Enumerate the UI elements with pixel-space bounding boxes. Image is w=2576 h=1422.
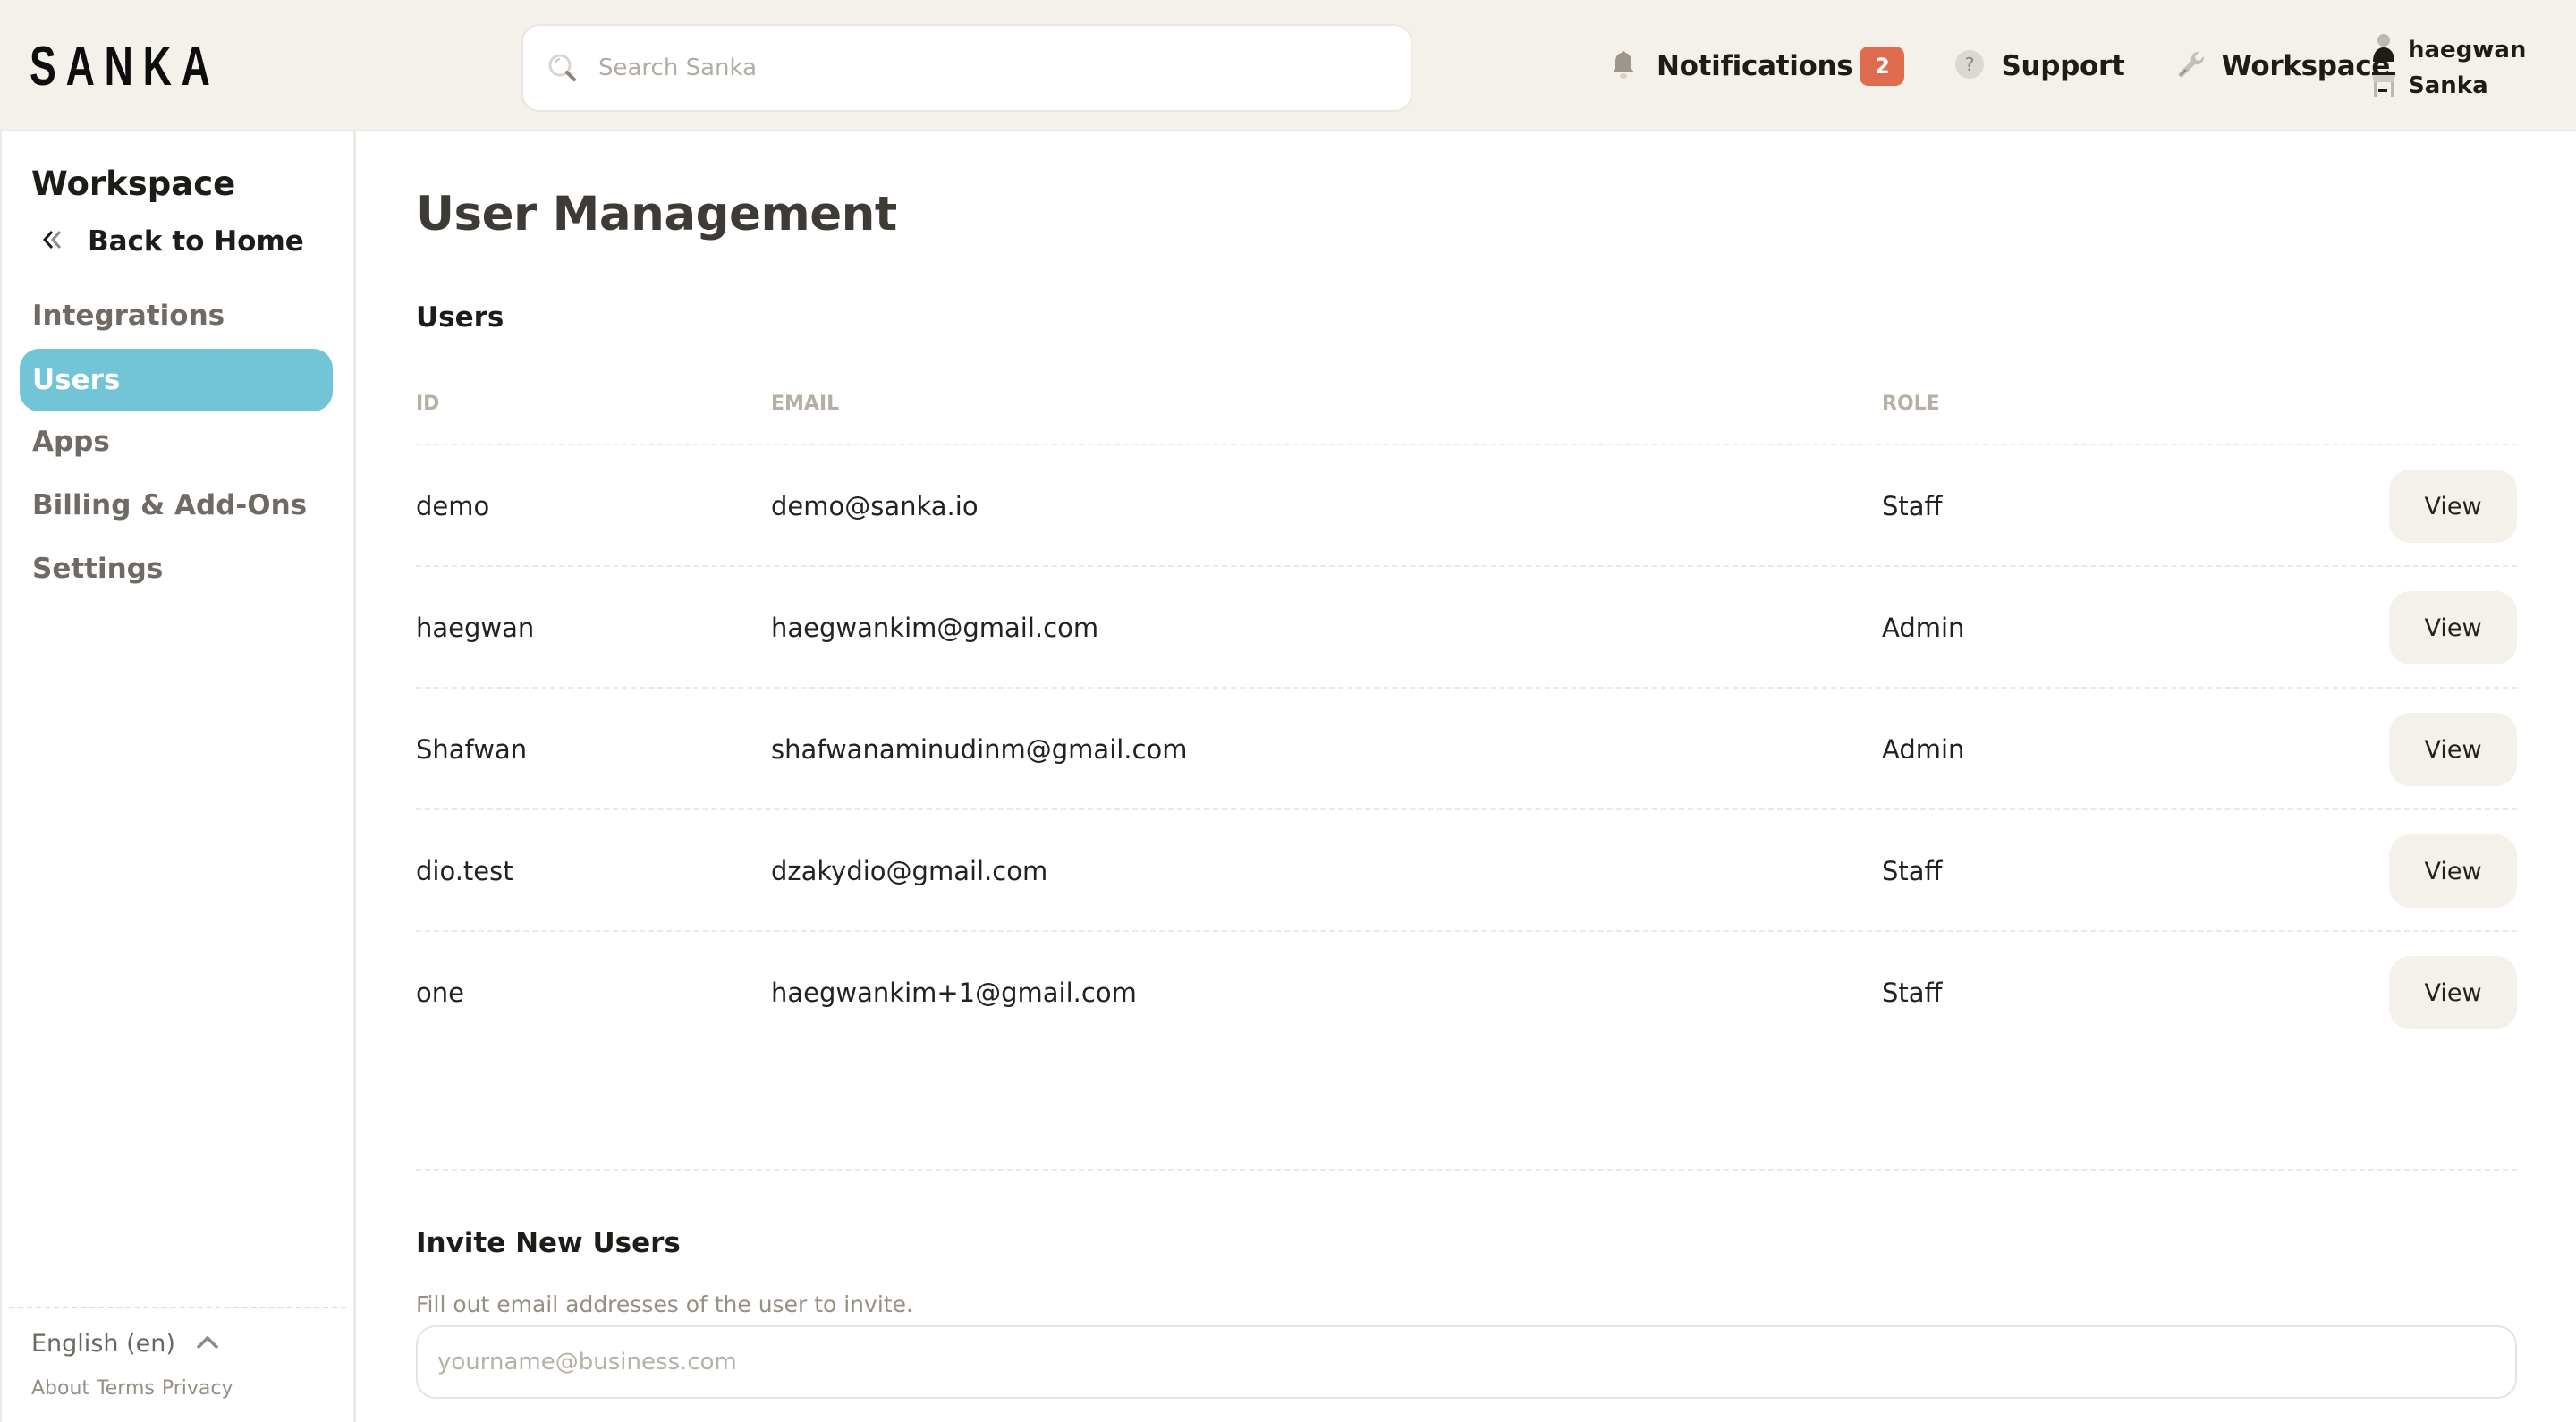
sidebar-item-billing[interactable]: Billing & Add-Ons — [20, 474, 333, 537]
view-user-button[interactable]: View — [2389, 956, 2517, 1029]
about-link[interactable]: About — [31, 1377, 89, 1400]
table-row: haegwan haegwankim@gmail.com Admin View — [416, 567, 2517, 689]
section-divider — [416, 1169, 2517, 1171]
account-menu[interactable]: haegwan Sanka — [2370, 32, 2526, 104]
view-user-button[interactable]: View — [2389, 470, 2517, 543]
user-email: haegwankim@gmail.com — [771, 613, 1099, 643]
user-icon — [2370, 33, 2397, 67]
users-section-title: Users — [416, 301, 504, 334]
page-title: User Management — [416, 187, 897, 241]
user-email: shafwanaminudinm@gmail.com — [771, 734, 1188, 765]
back-to-home-label: Back to Home — [88, 225, 304, 258]
view-user-button[interactable]: View — [2389, 591, 2517, 664]
user-role: Staff — [1882, 978, 1943, 1008]
user-email: demo@sanka.io — [771, 491, 979, 521]
search-input[interactable] — [597, 54, 1360, 82]
table-row: Shafwan shafwanaminudinm@gmail.com Admin… — [416, 689, 2517, 810]
user-name: haegwan — [2408, 37, 2527, 63]
support-label: Support — [2001, 49, 2125, 82]
user-email: haegwankim+1@gmail.com — [771, 978, 1137, 1008]
table-row: dio.test dzakydio@gmail.com Staff View — [416, 810, 2517, 932]
chevrons-left-icon — [41, 228, 64, 255]
bell-icon — [1610, 48, 1637, 84]
view-user-button[interactable]: View — [2389, 713, 2517, 786]
search-icon — [547, 52, 579, 84]
top-header: SANKA Notifications 2 — [0, 0, 2576, 131]
user-id: haegwan — [416, 613, 535, 643]
notifications-badge: 2 — [1860, 46, 1905, 86]
workspace-label: Workspace — [2221, 49, 2391, 82]
view-user-button[interactable]: View — [2389, 834, 2517, 908]
terms-link[interactable]: Terms — [97, 1377, 155, 1400]
support-button[interactable]: ? Support — [1954, 49, 2125, 83]
column-header-id: ID — [416, 393, 440, 415]
workspace-button[interactable]: Workspace — [2175, 49, 2391, 83]
user-role: Staff — [1882, 856, 1943, 886]
wrench-icon — [2175, 49, 2206, 83]
sanka-logo[interactable]: SANKA — [30, 39, 220, 95]
svg-text:?: ? — [1965, 54, 1975, 75]
user-id: demo — [416, 491, 490, 521]
user-id: Shafwan — [416, 734, 528, 765]
user-id: dio.test — [416, 856, 513, 886]
sidebar: Workspace Back to Home Integrations User… — [0, 131, 356, 1422]
sidebar-item-settings[interactable]: Settings — [20, 537, 333, 600]
footer-links: About Terms Privacy — [31, 1377, 233, 1400]
question-circle-icon: ? — [1954, 49, 1985, 83]
workspace-name: Sanka — [2408, 72, 2488, 99]
chevron-up-icon — [195, 1334, 220, 1354]
language-label: English (en) — [31, 1330, 175, 1358]
table-row: one haegwankim+1@gmail.com Staff View — [416, 932, 2517, 1054]
invite-section-title: Invite New Users — [416, 1227, 681, 1259]
table-row: demo demo@sanka.io Staff View — [416, 445, 2517, 567]
column-header-email: EMAIL — [771, 393, 840, 415]
user-role: Admin — [1882, 613, 1965, 643]
notifications-button[interactable]: Notifications 2 — [1610, 46, 1905, 86]
sidebar-footer-divider — [9, 1307, 346, 1308]
language-selector[interactable]: English (en) — [31, 1330, 220, 1358]
user-role: Staff — [1882, 491, 1943, 521]
sidebar-item-integrations[interactable]: Integrations — [20, 284, 333, 347]
user-id: one — [416, 978, 464, 1008]
column-header-role: ROLE — [1882, 393, 1940, 415]
back-to-home-link[interactable]: Back to Home — [41, 225, 304, 258]
sidebar-title: Workspace — [31, 165, 236, 203]
sidebar-item-users[interactable]: Users — [20, 349, 333, 411]
store-icon — [2370, 69, 2397, 103]
search-bar[interactable] — [521, 24, 1412, 112]
invite-email-input[interactable] — [416, 1325, 2517, 1399]
user-email: dzakydio@gmail.com — [771, 856, 1048, 886]
sidebar-item-apps[interactable]: Apps — [20, 411, 333, 473]
notifications-label: Notifications — [1657, 49, 1853, 82]
privacy-link[interactable]: Privacy — [162, 1377, 233, 1400]
invite-helper-text: Fill out email addresses of the user to … — [416, 1291, 913, 1317]
user-role: Admin — [1882, 734, 1965, 765]
